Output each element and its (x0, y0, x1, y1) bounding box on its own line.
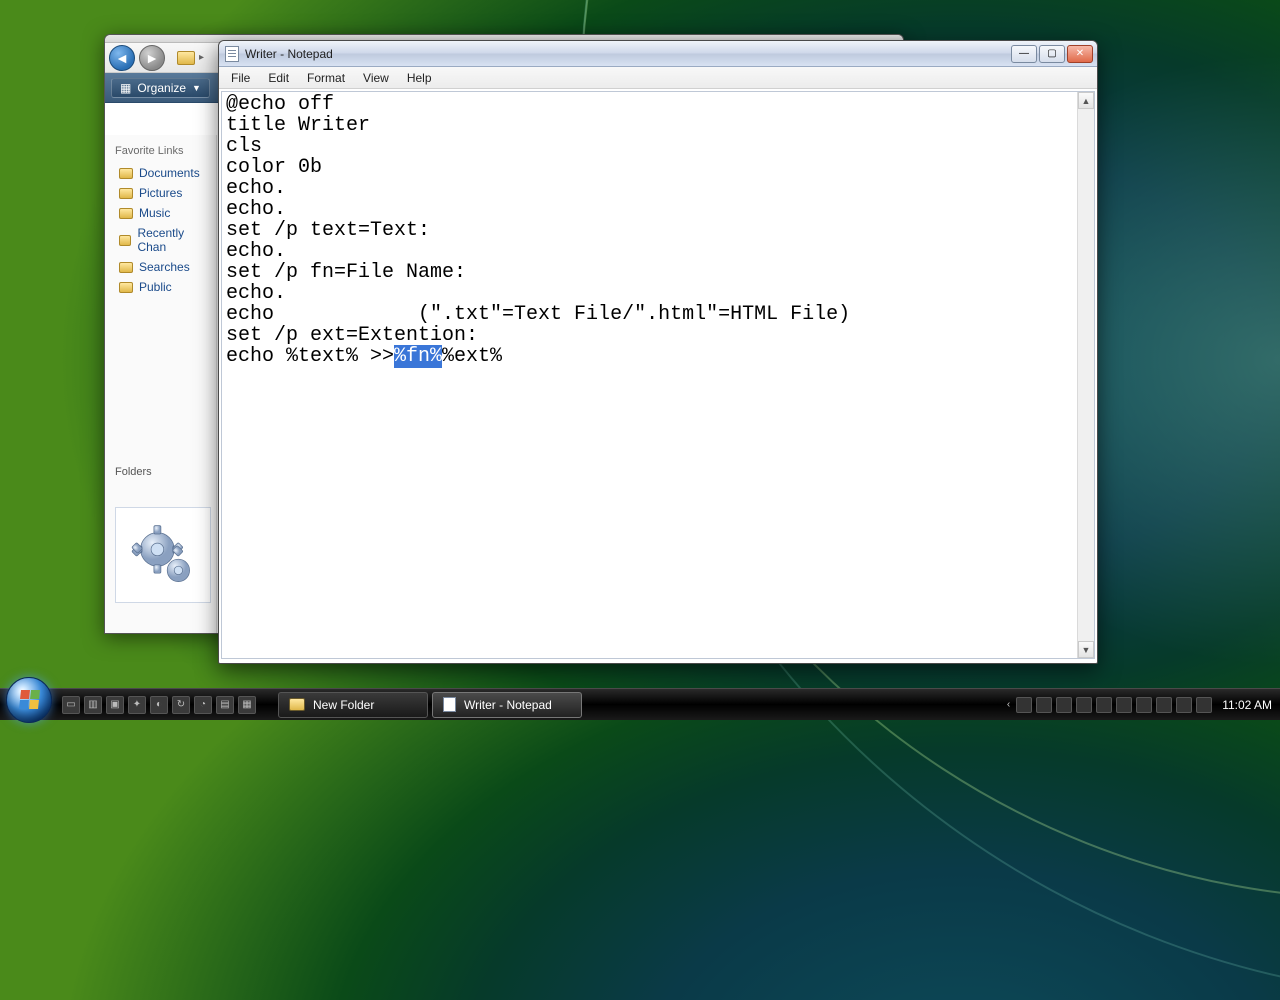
favorite-links-heading: Favorite Links (105, 141, 216, 163)
menu-help[interactable]: Help (399, 69, 440, 87)
folder-icon (119, 262, 133, 273)
tray-expand-icon[interactable]: ‹ (1007, 699, 1010, 710)
editor-text-after: %ext% (442, 345, 502, 368)
menubar: File Edit Format View Help (219, 67, 1097, 89)
vertical-scrollbar[interactable]: ▲ ▼ (1077, 92, 1094, 658)
maximize-button[interactable]: ▢ (1039, 45, 1065, 63)
organize-label: Organize (137, 81, 186, 95)
sidebar-item-label: Public (139, 280, 172, 294)
scroll-down-button[interactable]: ▼ (1078, 641, 1094, 658)
tray-icon[interactable] (1056, 697, 1072, 713)
start-button[interactable] (6, 677, 52, 723)
folder-icon (119, 282, 133, 293)
chevron-right-icon: ▸ (199, 52, 204, 63)
close-button[interactable]: ✕ (1067, 45, 1093, 63)
tray-icon[interactable] (1136, 697, 1152, 713)
folder-icon (119, 235, 131, 246)
ql-item[interactable]: ▤ (216, 696, 234, 714)
menu-file[interactable]: File (223, 69, 258, 87)
tray-network-icon[interactable] (1176, 697, 1192, 713)
tray-icon[interactable] (1016, 697, 1032, 713)
ql-show-desktop[interactable]: ▭ (62, 696, 80, 714)
windows-logo-icon (19, 690, 40, 709)
folder-icon (177, 51, 195, 65)
tray-battery-icon[interactable] (1156, 697, 1172, 713)
ql-switch-windows[interactable]: ▥ (84, 696, 102, 714)
ql-item[interactable]: ▣ (106, 696, 124, 714)
sidebar-item-music[interactable]: Music (105, 203, 216, 223)
notepad-icon (225, 46, 239, 62)
tray-icon[interactable] (1116, 697, 1132, 713)
ql-item[interactable]: ↻ (172, 696, 190, 714)
organize-button[interactable]: ▦ Organize ▼ (111, 78, 210, 98)
minimize-button[interactable]: — (1011, 45, 1037, 63)
taskbar-button-notepad[interactable]: Writer - Notepad (432, 692, 582, 718)
menu-edit[interactable]: Edit (260, 69, 297, 87)
sidebar-item-label: Pictures (139, 186, 182, 200)
taskbar-button-new-folder[interactable]: New Folder (278, 692, 428, 718)
sidebar-item-label: Documents (139, 166, 200, 180)
titlebar[interactable]: Writer - Notepad — ▢ ✕ (219, 41, 1097, 67)
sidebar-item-searches[interactable]: Searches (105, 257, 216, 277)
sidebar-item-documents[interactable]: Documents (105, 163, 216, 183)
window-title: Writer - Notepad (245, 47, 333, 61)
ql-item[interactable]: ✦ (128, 696, 146, 714)
taskbar-button-label: Writer - Notepad (464, 698, 552, 712)
taskbar-button-label: New Folder (313, 698, 374, 712)
menu-format[interactable]: Format (299, 69, 353, 87)
text-editor[interactable]: @echo off title Writer cls color 0b echo… (222, 92, 1077, 658)
tray-icon[interactable] (1096, 697, 1112, 713)
task-buttons: New Folder Writer - Notepad (278, 692, 582, 718)
nav-back-button[interactable]: ◄ (109, 45, 135, 71)
sidebar-item-label: Music (139, 206, 170, 220)
folders-heading[interactable]: Folders (115, 466, 152, 478)
ql-item[interactable]: ▦ (238, 696, 256, 714)
sidebar-item-label: Searches (139, 260, 190, 274)
folder-icon (289, 698, 305, 711)
system-tray: ‹ 11:02 AM (1007, 697, 1280, 713)
taskbar-clock[interactable]: 11:02 AM (1222, 698, 1272, 712)
nav-forward-button[interactable]: ► (139, 45, 165, 71)
file-thumbnail[interactable] (115, 507, 211, 603)
tray-volume-icon[interactable] (1196, 697, 1212, 713)
ql-item[interactable]: ◔ (194, 696, 212, 714)
notepad-icon (443, 697, 456, 712)
scroll-up-button[interactable]: ▲ (1078, 92, 1094, 109)
quick-launch: ▭ ▥ ▣ ✦ ◐ ↻ ◔ ▤ ▦ (56, 696, 272, 714)
sidebar-item-public[interactable]: Public (105, 277, 216, 297)
sidebar-item-pictures[interactable]: Pictures (105, 183, 216, 203)
gear-icon (128, 520, 198, 590)
organize-icon: ▦ (120, 81, 131, 95)
folder-icon (119, 208, 133, 219)
folder-icon (119, 168, 133, 179)
explorer-sidebar: Favorite Links Documents Pictures Music … (105, 135, 217, 633)
editor-text-before: @echo off title Writer cls color 0b echo… (226, 93, 850, 368)
tray-icon[interactable] (1036, 697, 1052, 713)
sidebar-item-label: Recently Chan (137, 226, 206, 254)
menu-view[interactable]: View (355, 69, 397, 87)
folder-icon (119, 188, 133, 199)
taskbar: ▭ ▥ ▣ ✦ ◐ ↻ ◔ ▤ ▦ New Folder Writer - No… (0, 688, 1280, 720)
chevron-down-icon: ▼ (192, 83, 201, 93)
ql-item[interactable]: ◐ (150, 696, 168, 714)
editor-selection: %fn% (394, 345, 442, 368)
editor-frame: @echo off title Writer cls color 0b echo… (221, 91, 1095, 659)
sidebar-item-recent[interactable]: Recently Chan (105, 223, 216, 257)
tray-icon[interactable] (1076, 697, 1092, 713)
notepad-window: Writer - Notepad — ▢ ✕ File Edit Format … (218, 40, 1098, 664)
